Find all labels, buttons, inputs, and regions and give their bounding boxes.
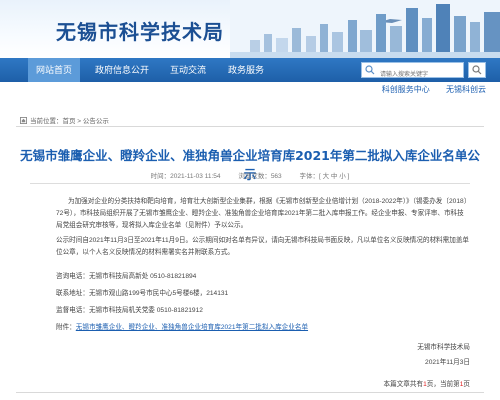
breadcrumb-divider [16, 126, 484, 127]
attachment-link[interactable]: 无锡市雏鹰企业、瞪羚企业、准独角兽企业培育库2021年第二批拟入库企业名单 [76, 324, 308, 331]
article-paragraph-1: 为加强对企业的分类扶持和靶向培育，培育壮大创新型企业集群，根据《无锡市创新型企业… [56, 198, 467, 229]
article-paragraph-2: 公示时间自2021年11月3日至2021年11月9日。公示期间如对名单有异议，请… [56, 237, 470, 256]
pager-prefix: 本篇文章共有 [383, 381, 424, 388]
breadcrumb-home[interactable]: 首页 [63, 118, 76, 125]
signature-date: 2021年11月3日 [425, 359, 470, 366]
pager-suffix: 页 [463, 381, 470, 388]
supervision-phone: 监督电话：无锡市科技局机关党委 0510-81821912 [56, 307, 203, 314]
sub-links: 科创服务中心 无锡科创云 [368, 84, 486, 98]
search-input[interactable] [362, 68, 462, 82]
breadcrumb-prefix: 当前位置： [30, 118, 63, 125]
main-nav: 网站首页 政府信息公开 互动交流 政务服务 [0, 58, 500, 82]
breadcrumb-current[interactable]: 公告公示 [83, 118, 109, 125]
attachment-label: 附件： [56, 324, 76, 331]
nav-item-gov-info[interactable]: 政府信息公开 [86, 58, 158, 82]
breadcrumb: 当前位置：首页 > 公告公示 [20, 115, 109, 125]
publish-time: 2021-11-03 11:54 [170, 173, 221, 180]
contact-address: 联系地址：无锡市观山路199号市民中心5号楼6楼，214131 [56, 290, 229, 297]
time-label: 时间： [150, 173, 171, 180]
nav-item-interaction[interactable]: 互动交流 [160, 58, 216, 82]
search-icon [472, 65, 482, 75]
header-banner: 无锡市科学技术局 [0, 0, 500, 58]
font-small-link[interactable]: 小 ] [339, 173, 349, 180]
breadcrumb-separator: > [75, 118, 83, 125]
font-medium-link[interactable]: 中 [331, 173, 338, 180]
signature-org: 无锡市科学技术局 [417, 344, 470, 351]
pager-mid: 页，当前第 [426, 381, 460, 388]
font-large-link[interactable]: [ 大 [319, 173, 329, 180]
meta-divider [30, 183, 470, 184]
link-innovation-cloud[interactable]: 无锡科创云 [446, 85, 486, 94]
font-size-label: 字体： [299, 173, 319, 180]
article-meta: 时间：2021-11-03 11:54 浏览次数：563 字体：[ 大 中 小 … [0, 170, 500, 180]
pager-divider [16, 392, 484, 393]
view-count: 563 [270, 173, 282, 180]
city-skyline-image [230, 0, 500, 58]
site-title[interactable]: 无锡市科学技术局 [56, 16, 224, 45]
link-innovation-center[interactable]: 科创服务中心 [382, 85, 430, 94]
search-field-icon [365, 65, 375, 75]
location-icon [20, 117, 27, 124]
nav-item-home[interactable]: 网站首页 [28, 58, 80, 82]
attachment: 附件：无锡市雏鹰企业、瞪羚企业、准独角兽企业培育库2021年第二批拟入库企业名单 [56, 321, 308, 331]
search-button[interactable] [468, 62, 486, 78]
views-label: 浏览次数： [238, 173, 271, 180]
nav-item-services[interactable]: 政务服务 [218, 58, 274, 82]
contact-phone: 咨询电话：无锡市科技局高新处 0510-81821894 [56, 273, 197, 280]
pager: 本篇文章共有1页，当前第1页 [384, 378, 470, 388]
search-box [361, 62, 464, 82]
